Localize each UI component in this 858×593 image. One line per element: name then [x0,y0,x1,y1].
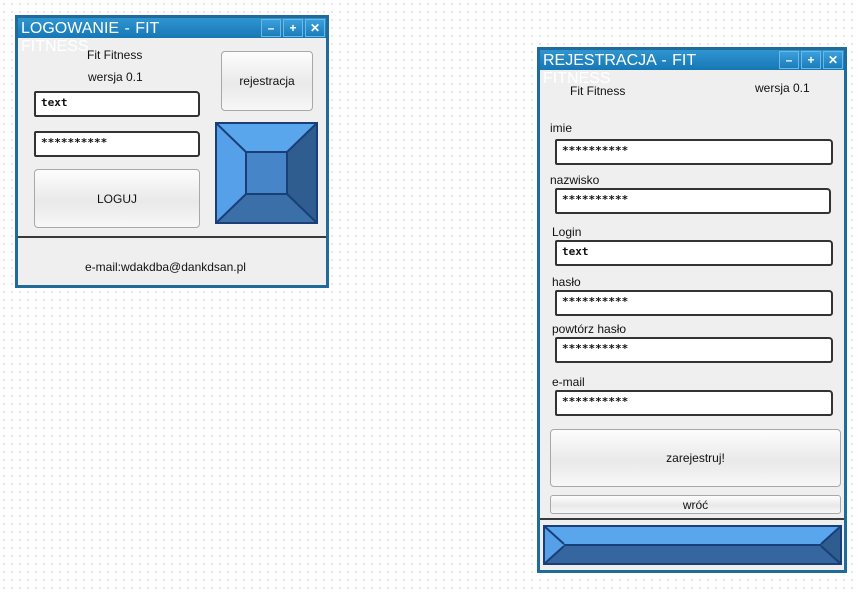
first-name-label: imie [550,121,573,135]
login-button[interactable]: LOGUJ [34,169,200,228]
register-window-title: REJESTRACJA - FIT FITNESS [543,52,696,87]
register-submit-button[interactable]: zarejestruj! [550,429,841,487]
close-icon[interactable]: ✕ [305,19,325,37]
register-window: REJESTRACJA - FIT FITNESS – + ✕ Fit Fitn… [537,47,847,573]
contact-email: e-mail:wdakdba@dankdsan.pl [85,260,246,274]
version-label: wersja 0.1 [88,70,143,84]
password-field[interactable]: ********** [555,290,833,316]
maximize-icon[interactable]: + [801,51,821,69]
banner-placeholder [543,525,842,565]
minimize-icon[interactable]: – [261,19,281,37]
password-label: hasło [552,275,581,289]
repeat-password-label: powtórz hasło [552,322,627,336]
version-label: wersja 0.1 [755,81,810,95]
close-icon[interactable]: ✕ [823,51,843,69]
login-window: LOGOWANIE - FIT FITNESS – + ✕ Fit Fitnes… [15,15,329,288]
login-field[interactable]: text [34,91,200,117]
first-name-field[interactable]: ********** [555,139,833,165]
login-field[interactable]: text [555,240,833,266]
register-titlebar[interactable]: REJESTRACJA - FIT FITNESS – + ✕ [540,50,844,87]
maximize-icon[interactable]: + [283,19,303,37]
login-label: Login [552,225,582,239]
image-placeholder [215,122,318,224]
app-name: Fit Fitness [87,48,143,62]
app-name: Fit Fitness [570,84,626,98]
email-field[interactable]: ********** [555,390,833,416]
password-field[interactable]: ********** [34,131,200,157]
repeat-password-field[interactable]: ********** [555,337,833,363]
last-name-field[interactable]: ********** [555,188,831,214]
footer-divider [540,518,844,520]
register-button[interactable]: rejestracja [221,51,313,111]
back-button[interactable]: wróć [550,495,841,514]
last-name-label: nazwisko [550,173,600,187]
footer-divider [18,236,326,238]
email-label: e-mail [552,375,585,389]
minimize-icon[interactable]: – [779,51,799,69]
login-titlebar[interactable]: LOGOWANIE - FIT FITNESS – + ✕ [18,18,326,55]
